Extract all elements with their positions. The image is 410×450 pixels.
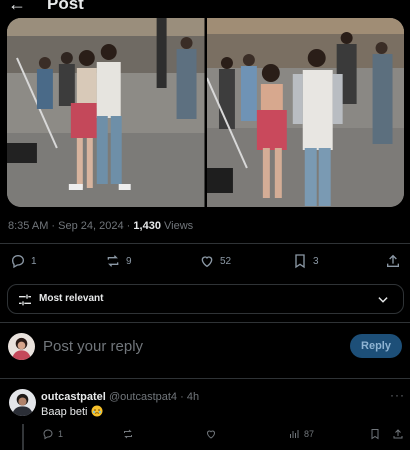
comment-time: 4h — [186, 391, 200, 403]
comment-text: Baap beti — [41, 405, 103, 418]
heart-icon — [206, 430, 216, 439]
user-avatar[interactable] — [8, 333, 35, 360]
reply-item[interactable]: outcastpatel @outcastpat4 · 4h ··· Baap … — [0, 384, 410, 450]
bookmark-icon — [295, 254, 305, 269]
comment-like-action[interactable] — [205, 428, 217, 440]
reply-button[interactable]: Reply — [350, 334, 402, 358]
commenter-handle-time: @outcastpat4 · 4h — [109, 391, 200, 403]
like-action[interactable]: 52 — [199, 253, 231, 269]
page-title: Post — [47, 0, 84, 13]
photo-right-image — [206, 18, 404, 207]
comment-views-count: 87 — [304, 429, 315, 439]
reply-composer: Post your reply Reply — [0, 328, 410, 368]
post-media[interactable] — [7, 18, 404, 207]
comment-reply-action[interactable]: 1 — [42, 428, 63, 440]
reply-count: 1 — [31, 255, 37, 267]
repost-icon — [107, 255, 119, 267]
bookmark-count: 3 — [313, 255, 319, 267]
share-action[interactable] — [385, 253, 401, 269]
post-meta: 8:35 AM · Sep 24, 2024 · 1,430 Views — [8, 220, 194, 232]
share-icon — [387, 254, 399, 267]
comment-bookmark-action[interactable] — [369, 428, 381, 440]
photo-left-image — [7, 18, 205, 207]
thread-line — [22, 424, 24, 450]
post-photo-right[interactable] — [206, 18, 404, 207]
comment-repost-action[interactable] — [122, 428, 134, 440]
commenter-name[interactable]: outcastpatel — [41, 391, 106, 403]
repost-count: 9 — [126, 255, 132, 267]
top-bar: ← Post — [0, 0, 410, 14]
views-label: Views — [164, 220, 194, 232]
bookmark-action[interactable]: 3 — [292, 253, 319, 269]
reply-icon — [43, 429, 53, 440]
commenter-handle: @outcastpat4 — [109, 391, 178, 403]
post-date: Sep 24, 2024 — [58, 220, 124, 232]
reply-action[interactable]: 1 — [10, 253, 37, 269]
heart-icon — [201, 256, 213, 268]
commenter-avatar[interactable] — [9, 389, 36, 416]
reply-sort-dropdown[interactable]: Most relevant — [7, 284, 404, 314]
sort-label: Most relevant — [39, 293, 104, 304]
more-options-icon[interactable]: ··· — [390, 388, 405, 402]
divider — [0, 243, 410, 244]
comment-share-action[interactable] — [392, 428, 404, 440]
bookmark-icon — [371, 429, 379, 440]
post-time: 8:35 AM — [8, 220, 49, 232]
commenter-avatar-image — [9, 389, 36, 416]
post-photo-left[interactable] — [7, 18, 205, 207]
share-icon — [393, 429, 403, 439]
user-avatar-image — [8, 333, 35, 360]
chevron-down-icon — [378, 297, 388, 303]
filter-sliders-icon — [19, 294, 31, 306]
comment-reply-count: 1 — [58, 429, 64, 439]
reply-input[interactable]: Post your reply — [43, 338, 143, 355]
repost-icon — [124, 429, 132, 439]
face-holding-back-tears-emoji-icon — [91, 405, 103, 417]
back-arrow-icon[interactable]: ← — [8, 0, 26, 15]
divider — [0, 322, 410, 323]
reply-icon — [11, 254, 25, 269]
divider — [0, 378, 410, 379]
comment-views-action[interactable]: 87 — [288, 428, 314, 440]
like-count: 52 — [220, 255, 232, 267]
repost-action[interactable]: 9 — [105, 253, 132, 269]
views-bar-chart-icon — [290, 430, 299, 438]
comment-body: Baap beti — [41, 406, 88, 418]
views-count: 1,430 — [133, 220, 161, 232]
post-actions: 1 9 52 3 — [0, 247, 410, 277]
